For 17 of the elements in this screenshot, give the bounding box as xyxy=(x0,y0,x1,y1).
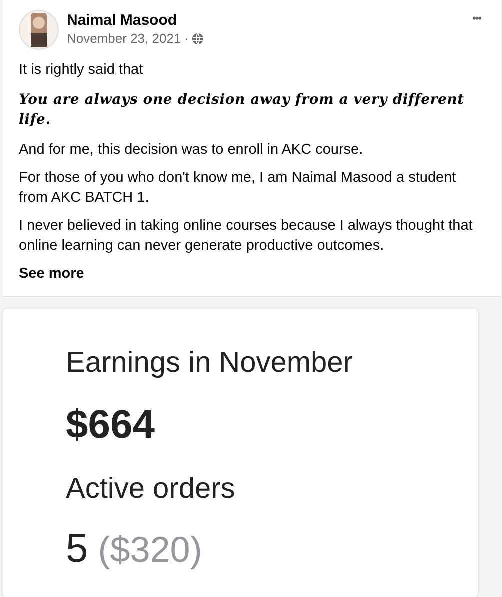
person-icon xyxy=(29,13,49,47)
earnings-value: $664 xyxy=(66,402,156,449)
orders-count: 5 xyxy=(66,526,88,573)
avatar[interactable] xyxy=(19,10,59,50)
post-paragraph: It is rightly said that xyxy=(19,61,144,80)
post-date[interactable]: November 23, 2021 · xyxy=(67,30,190,48)
post-paragraph: I never believed in taking online courses because I always thought that online learning can never generate productive outcomes. xyxy=(19,217,474,256)
author-name[interactable]: Naimal Masood xyxy=(67,11,204,30)
globe-icon xyxy=(192,33,204,45)
see-more-link[interactable]: See more xyxy=(19,264,485,284)
more-options-button[interactable]: ••• xyxy=(472,14,481,25)
earnings-label: Earnings in November xyxy=(66,346,354,381)
post-paragraph: And for me, this decision was to enroll in AKC course. xyxy=(19,141,364,160)
orders-value: ($320) xyxy=(98,528,202,572)
quote-text: You are always one decision away from a very different life. xyxy=(19,91,466,130)
post-paragraph: For those of you who don't know me, I am Naimal Masood a student from AKC BATCH 1. xyxy=(19,169,458,208)
orders-label: Active orders xyxy=(66,472,236,507)
